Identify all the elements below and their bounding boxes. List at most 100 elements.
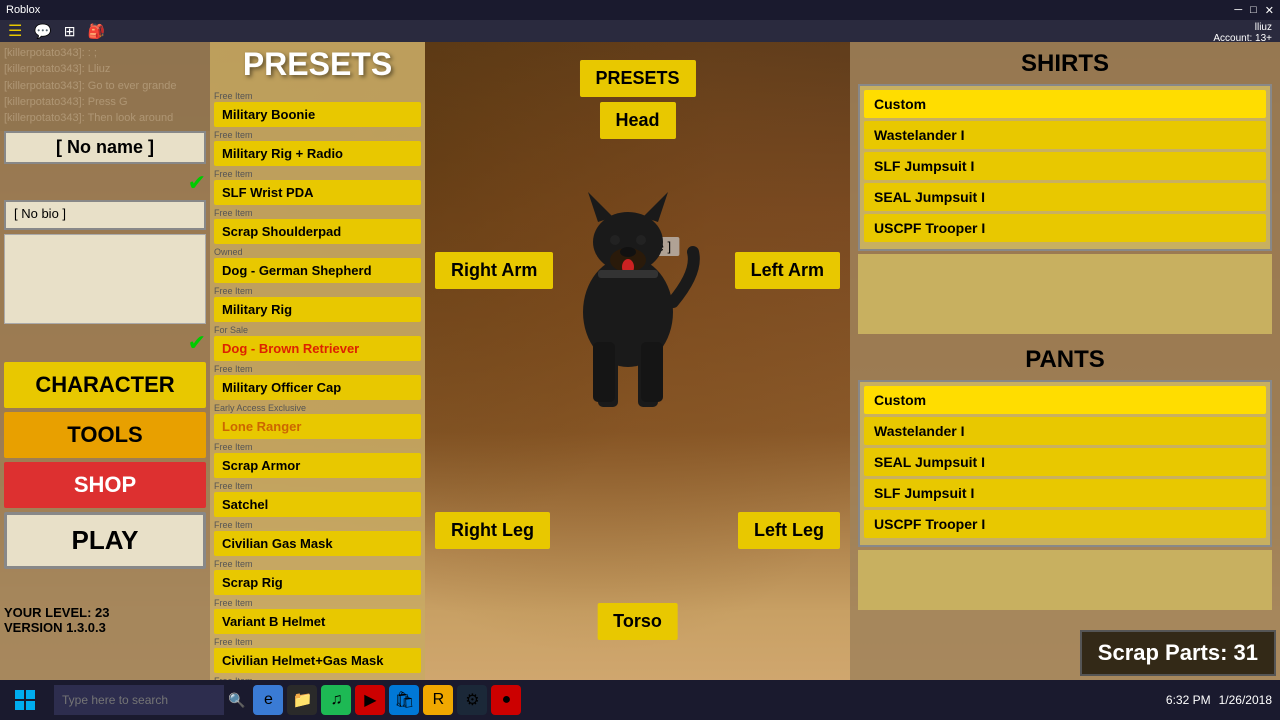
roblox-toolbar: ☰ 💬 ⊞ 🎒 [0, 20, 1280, 42]
preset-item-wrapper: Free ItemScrap Armor [214, 442, 421, 478]
preset-item[interactable]: Scrap Armor [214, 453, 421, 478]
title-bar-controls: ─ □ ✕ [1234, 4, 1274, 17]
pants-item[interactable]: USCPF Trooper I [864, 510, 1266, 538]
shirts-extra-space [858, 254, 1272, 334]
roblox-menu-icon[interactable]: ☰ [8, 21, 22, 41]
preset-item-wrapper: Free ItemMilitary Boonie [214, 91, 421, 127]
preset-item[interactable]: SLF Wrist PDA [214, 180, 421, 205]
start-button[interactable] [0, 680, 50, 720]
taskbar-roblox-icon[interactable]: R [423, 685, 453, 715]
scrap-parts-label: Scrap Parts: 31 [1098, 640, 1258, 665]
preset-item[interactable]: Military Officer Cap [214, 375, 421, 400]
shirt-item[interactable]: USCPF Trooper I [864, 214, 1266, 242]
presets-list: Free ItemMilitary BoonieFree ItemMilitar… [214, 91, 421, 680]
taskbar-edge-icon[interactable]: e [253, 685, 283, 715]
game-area: PRESETS Head Right Arm Left Arm Right Le… [425, 42, 850, 680]
taskbar-file-icon[interactable]: 📁 [287, 685, 317, 715]
pants-item[interactable]: Wastelander I [864, 417, 1266, 445]
preset-item[interactable]: Scrap Rig [214, 570, 421, 595]
pants-section: PANTS CustomWastelander ISEAL Jumpsuit I… [858, 346, 1272, 610]
preset-label: For Sale [214, 325, 421, 335]
preset-item[interactable]: Civilian Gas Mask [214, 531, 421, 556]
pants-item[interactable]: SLF Jumpsuit I [864, 479, 1266, 507]
taskbar-steam-icon[interactable]: ⚙ [457, 685, 487, 715]
preset-item[interactable]: Satchel [214, 492, 421, 517]
preset-item-wrapper: Free ItemSatchel [214, 481, 421, 517]
pants-extra-space [858, 550, 1272, 610]
taskbar-store-icon[interactable]: 🛍 [389, 685, 419, 715]
right-panel: SHIRTS Custom Wastelander I SLF Jumpsuit I… [850, 42, 1280, 680]
backpack-icon[interactable]: 🎒 [88, 23, 105, 40]
minimize-icon[interactable]: ─ [1234, 4, 1242, 17]
preset-item[interactable]: Lone Ranger [214, 414, 421, 439]
preset-item[interactable]: Military Rig [214, 297, 421, 322]
level-info: YOUR LEVEL: 23 VERSION 1.3.0.3 [4, 605, 109, 635]
version-text: VERSION 1.3.0.3 [4, 620, 109, 635]
preset-label: Free Item [214, 130, 421, 140]
check-icon-2[interactable]: ✔ [4, 330, 206, 356]
preset-label: Free Item [214, 208, 421, 218]
dog-svg [538, 142, 718, 422]
left-arm-button[interactable]: Left Arm [735, 252, 840, 289]
search-icon: 🔍 [228, 692, 245, 709]
leaderboard-icon[interactable]: ⊞ [64, 23, 76, 40]
presets-title: PRESETS [214, 46, 421, 83]
pants-item[interactable]: Custom [864, 386, 1266, 414]
preset-item-wrapper: OwnedDog - German Shepherd [214, 247, 421, 283]
preset-item-wrapper: Free ItemCivilian Gas Mask [214, 520, 421, 556]
maximize-icon[interactable]: □ [1250, 4, 1257, 17]
preset-label: Early Access Exclusive [214, 403, 421, 413]
tools-button[interactable]: TOOLS [4, 412, 206, 458]
right-leg-button[interactable]: Right Leg [435, 512, 550, 549]
taskbar-rec-icon[interactable]: ● [491, 685, 521, 715]
dog-character [538, 142, 738, 522]
preset-item[interactable]: Dog - Brown Retriever [214, 336, 421, 361]
shirts-title: SHIRTS [858, 50, 1272, 78]
character-button[interactable]: CHARACTER [4, 362, 206, 408]
preset-item[interactable]: Dog - German Shepherd [214, 258, 421, 283]
chat-icon[interactable]: 💬 [34, 23, 51, 40]
shirt-item[interactable]: SEAL Jumpsuit I [864, 183, 1266, 211]
preset-label: Free Item [214, 364, 421, 374]
play-button[interactable]: PLAY [4, 512, 206, 569]
taskbar-youtube-icon[interactable]: ▶ [355, 685, 385, 715]
taskbar-spotify-icon[interactable]: ♫ [321, 685, 351, 715]
preset-label: Free Item [214, 286, 421, 296]
preset-label: Free Item [214, 520, 421, 530]
shirt-item[interactable]: SLF Jumpsuit I [864, 152, 1266, 180]
pants-list: Custom Wastelander I SEAL Jumpsuit I SLF Ju… [858, 380, 1272, 547]
close-icon[interactable]: ✕ [1265, 4, 1274, 17]
user-info: lliuz Account: 13+ [1213, 22, 1272, 44]
player-name-box[interactable]: [ No name ] [4, 131, 206, 164]
taskbar-icons: e 📁 ♫ ▶ 🛍 R ⚙ ● [253, 685, 521, 715]
preset-item[interactable]: Civilian Helmet+Gas Mask [214, 648, 421, 673]
bio-text-area[interactable] [4, 234, 206, 324]
presets-button[interactable]: PRESETS [579, 60, 695, 97]
right-arm-button[interactable]: Right Arm [435, 252, 553, 289]
left-leg-button[interactable]: Left Leg [738, 512, 840, 549]
scrap-parts-counter: Scrap Parts: 31 [1080, 630, 1276, 676]
check-icon-1[interactable]: ✔ [4, 170, 206, 196]
preset-item[interactable]: Military Rig + Radio [214, 141, 421, 166]
preset-item[interactable]: Scrap Shoulderpad [214, 219, 421, 244]
shop-button[interactable]: SHOP [4, 462, 206, 508]
left-sidebar: [ No name ] ✔ [ No bio ] ✔ CHARACTER TOO… [0, 42, 210, 680]
shirts-section: SHIRTS Custom Wastelander I SLF Jumpsuit I… [858, 50, 1272, 334]
preset-item-wrapper: Free ItemVariant B Helmet [214, 598, 421, 634]
preset-label: Free Item [214, 91, 421, 101]
preset-label: Free Item [214, 169, 421, 179]
preset-item[interactable]: Military Boonie [214, 102, 421, 127]
taskbar-date: 1/26/2018 [1219, 693, 1272, 707]
preset-label: Free Item [214, 637, 421, 647]
torso-button[interactable]: Torso [597, 603, 678, 640]
shirt-item[interactable]: Wastelander I [864, 121, 1266, 149]
preset-label: Free Item [214, 481, 421, 491]
pants-item[interactable]: SEAL Jumpsuit I [864, 448, 1266, 476]
head-button[interactable]: Head [599, 102, 675, 139]
preset-label: Free Item [214, 442, 421, 452]
search-input[interactable] [54, 685, 224, 715]
shirt-item[interactable]: Custom [864, 90, 1266, 118]
preset-item-wrapper: Free ItemCivilian Helmet+Gas Mask [214, 637, 421, 673]
preset-item[interactable]: Variant B Helmet [214, 609, 421, 634]
player-name-text: [ No name ] [56, 137, 154, 157]
